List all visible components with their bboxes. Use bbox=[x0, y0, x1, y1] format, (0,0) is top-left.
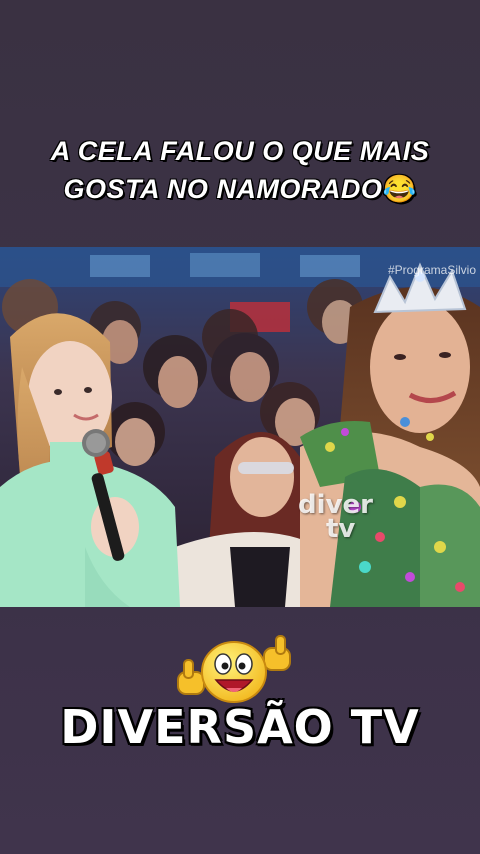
watermark-line-2: tv bbox=[326, 514, 356, 544]
caption-text: A CELA FALOU O QUE MAIS GOSTA NO NAMORAD… bbox=[0, 132, 480, 208]
laughing-emoji-icon: 😂 bbox=[382, 174, 417, 204]
watermark-logo: diver tv bbox=[298, 492, 373, 544]
smiley-thumbs-up-icon bbox=[177, 635, 291, 703]
video-frame[interactable]: #ProgramaSilvio diver tv bbox=[0, 247, 480, 607]
caption-line-2: GOSTA NO NAMORADO😂 bbox=[0, 170, 480, 208]
caption-line-1: A CELA FALOU O QUE MAIS bbox=[50, 136, 430, 166]
caption-line-2-text: GOSTA NO NAMORADO bbox=[63, 174, 383, 204]
brand-title: DIVERSÃO TV bbox=[60, 700, 420, 754]
video-scene bbox=[0, 247, 480, 607]
hashtag-overlay: #ProgramaSilvio bbox=[387, 263, 476, 277]
